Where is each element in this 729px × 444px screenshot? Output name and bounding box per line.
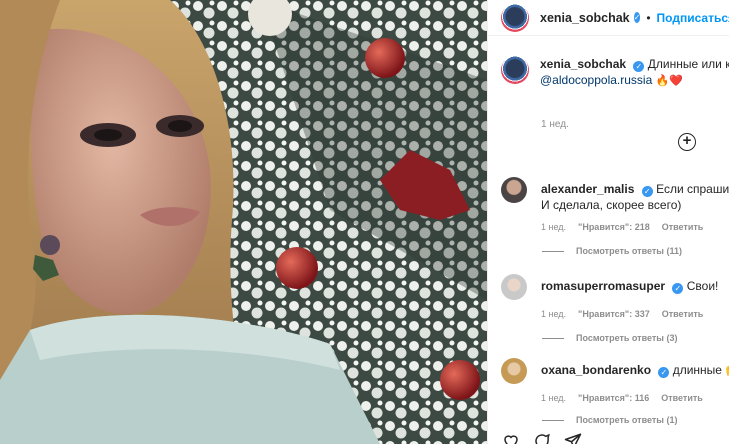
comment-meta: 1 нед. "Нравится": 337 Ответить — [541, 309, 729, 319]
replies-line-divider — [542, 337, 564, 339]
follow-button[interactable]: Подписаться — [657, 11, 729, 25]
commenter-avatar[interactable] — [501, 358, 527, 384]
verified-badge-icon: ✓ — [658, 367, 670, 378]
view-replies-label: Посмотреть ответы (3) — [576, 333, 678, 343]
comment-body: Свои! — [686, 279, 719, 293]
share-icon[interactable] — [564, 432, 582, 444]
photo-image — [0, 0, 487, 444]
view-replies-button[interactable]: Посмотреть ответы (3) — [542, 333, 729, 343]
comment-likes[interactable]: "Нравится": 337 — [578, 309, 650, 319]
comment-meta: 1 нед. "Нравится": 218 Ответить — [541, 222, 729, 232]
comment-item: oxana_bondarenko ✓ длинные 🙌 1 нед. "Нра… — [501, 358, 729, 425]
comment-item: alexander_malis ✓ Если спрашиваеш И сдел… — [501, 177, 729, 256]
heart-icon[interactable] — [502, 432, 520, 444]
commenter-username[interactable]: oxana_bondarenko — [541, 363, 651, 377]
verified-badge-icon: ✓ — [633, 61, 645, 72]
verified-badge-icon: ✓ — [633, 12, 641, 23]
post-header: xenia_sobchak ✓ • Подписаться — [488, 0, 729, 36]
reply-button[interactable]: Ответить — [662, 222, 704, 232]
load-more-comments-icon[interactable]: + — [678, 133, 696, 151]
commenter-avatar[interactable] — [501, 274, 527, 300]
commenter-username[interactable]: romasuperromasuper — [541, 279, 665, 293]
caption-body: Длинные или корот — [647, 57, 729, 71]
comment-item: romasuperromasuper ✓ Свои! 1 нед. "Нрави… — [501, 274, 729, 343]
commenter-username[interactable]: alexander_malis — [541, 182, 634, 196]
caption-mention-link[interactable]: @aldocoppola.russia — [540, 73, 652, 87]
comment-body: Если спрашиваеш — [656, 182, 729, 196]
verified-badge-icon: ✓ — [672, 283, 684, 294]
comment-timestamp[interactable]: 1 нед. — [541, 309, 566, 319]
view-replies-label: Посмотреть ответы (11) — [576, 246, 682, 256]
commenter-avatar[interactable] — [501, 177, 527, 203]
post-caption: xenia_sobchak ✓ Длинные или корот @aldoc… — [501, 56, 729, 130]
post-action-bar — [502, 432, 582, 444]
reply-button[interactable]: Ответить — [662, 309, 704, 319]
view-replies-label: Посмотреть ответы (1) — [576, 415, 678, 425]
comment-text-block: oxana_bondarenko ✓ длинные 🙌 — [541, 362, 729, 378]
comment-icon[interactable] — [533, 432, 551, 444]
comment-timestamp[interactable]: 1 нед. — [541, 393, 566, 403]
replies-line-divider — [542, 419, 564, 421]
comment-likes[interactable]: "Нравится": 116 — [578, 393, 649, 403]
post-sidebar: xenia_sobchak ✓ • Подписаться xenia_sobc… — [487, 0, 729, 444]
caption-emojis: 🔥❤️ — [655, 75, 683, 87]
caption-author-avatar[interactable] — [501, 56, 529, 84]
caption-text-block: xenia_sobchak ✓ Длинные или корот @aldoc… — [540, 56, 729, 89]
view-replies-button[interactable]: Посмотреть ответы (11) — [542, 246, 729, 256]
comment-meta: 1 нед. "Нравится": 116 Ответить — [541, 393, 729, 403]
view-replies-button[interactable]: Посмотреть ответы (1) — [542, 415, 729, 425]
verified-badge-icon: ✓ — [641, 186, 653, 197]
comment-body-line2: И сделала, скорее всего) — [541, 198, 682, 212]
separator-dot: • — [646, 10, 651, 25]
author-avatar[interactable] — [501, 3, 529, 32]
caption-username[interactable]: xenia_sobchak — [540, 57, 626, 71]
comment-text-block: alexander_malis ✓ Если спрашиваеш И сдел… — [541, 181, 729, 213]
replies-line-divider — [542, 250, 564, 252]
comment-timestamp[interactable]: 1 нед. — [541, 222, 566, 232]
comment-body: длинные 🙌 — [672, 363, 729, 377]
comment-text-block: romasuperromasuper ✓ Свои! — [541, 278, 718, 294]
caption-timestamp[interactable]: 1 нед. — [541, 119, 729, 130]
author-username[interactable]: xenia_sobchak — [540, 11, 630, 25]
reply-button[interactable]: Ответить — [661, 393, 703, 403]
post-photo[interactable] — [0, 0, 487, 444]
comment-likes[interactable]: "Нравится": 218 — [578, 222, 650, 232]
